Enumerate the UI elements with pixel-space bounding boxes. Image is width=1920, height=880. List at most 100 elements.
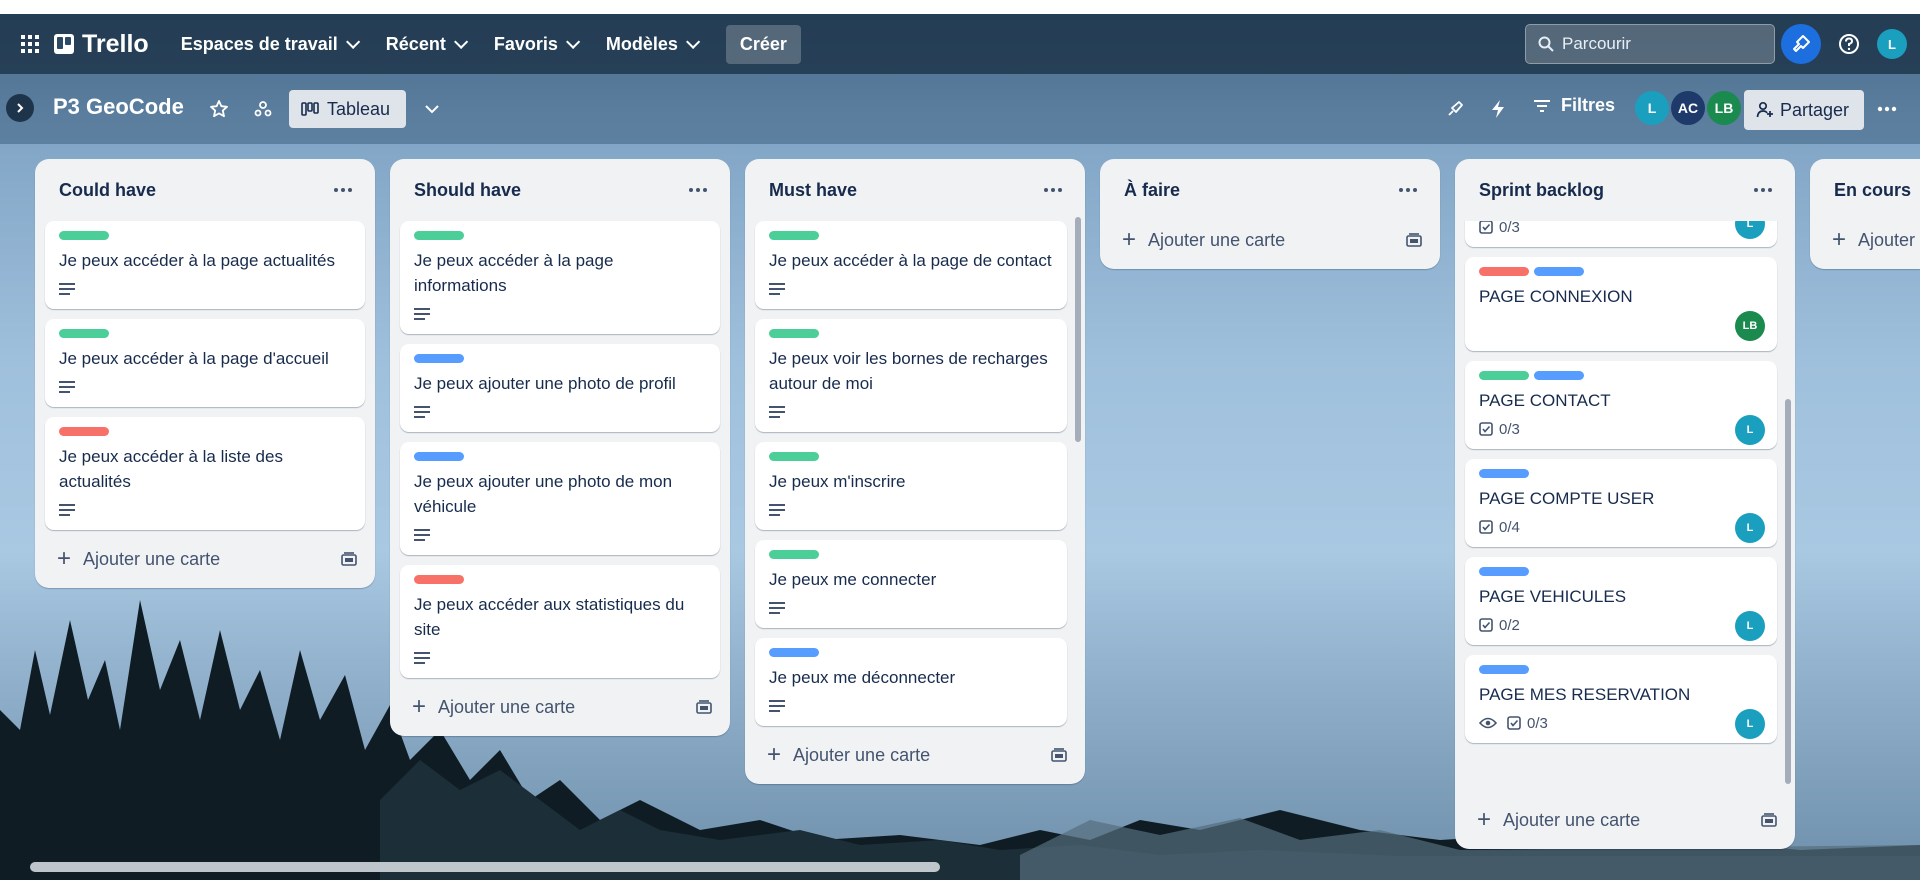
apps-grid-icon[interactable] [14,28,46,60]
board-title[interactable]: P3 GeoCode [53,94,184,120]
card-title: Je peux ajouter une photo de mon véhicul… [414,472,673,516]
card[interactable]: PAGE CONTACT 0/3 L [1465,361,1777,449]
create-button[interactable]: Créer [725,24,801,64]
list-header: Could have [35,159,375,221]
card[interactable]: Je peux voir les bornes de recharges aut… [755,319,1067,432]
list-menu-icon[interactable] [1039,180,1067,200]
card-title: PAGE MES RESERVATION [1479,685,1691,704]
label-blue [1479,469,1529,478]
card[interactable]: Je peux accéder à la liste des actualité… [45,417,365,530]
automation-button[interactable] [1484,95,1512,123]
list-title[interactable]: En cours [1834,180,1911,201]
top-nav: Espaces de travail Récent Favoris Modèle… [167,24,801,64]
member-avatar[interactable]: L [1635,91,1669,125]
description-icon [59,381,75,393]
template-icon[interactable] [1051,748,1067,762]
card-member-avatar[interactable]: LB [1735,311,1765,341]
card-member-avatar[interactable]: L [1735,415,1765,445]
list-title[interactable]: À faire [1124,180,1180,201]
label-blue [414,452,464,461]
card-title: PAGE VEHICULES [1479,587,1627,606]
list-title[interactable]: Sprint backlog [1479,180,1604,201]
label-blue [1479,567,1529,576]
template-icon[interactable] [1406,233,1422,247]
add-card-button[interactable]: + Ajouter une carte [1455,791,1795,849]
board-menu-button[interactable] [1872,95,1902,123]
chevron-down-icon [685,34,701,49]
board-horizontal-scrollbar[interactable] [30,862,940,872]
add-card-button[interactable]: + Ajouter une carte [745,726,1085,784]
power-ups-button[interactable] [1441,95,1469,123]
list-menu-icon[interactable] [1394,180,1422,200]
card[interactable]: 0/3 L [1465,221,1777,247]
card[interactable]: Je peux accéder aux statistiques du site [400,565,720,678]
card-title: Je peux m'inscrire [769,472,906,491]
label-red [1479,267,1529,276]
member-avatar[interactable]: AC [1671,91,1705,125]
list-title[interactable]: Must have [769,180,857,201]
card[interactable]: PAGE COMPTE USER 0/4 L [1465,459,1777,547]
member-avatar[interactable]: LB [1707,91,1741,125]
card-title: Je peux accéder à la liste des actualité… [59,447,283,491]
description-icon [769,602,785,614]
search-icon [1538,36,1554,52]
template-icon[interactable] [341,552,357,566]
description-icon [414,529,430,541]
card[interactable]: Je peux accéder à la page informations [400,221,720,334]
card-member-avatar[interactable]: L [1735,513,1765,543]
card[interactable]: Je peux accéder à la page actualités [45,221,365,309]
nav-recent[interactable]: Récent [372,26,478,63]
card[interactable]: Je peux me déconnecter [755,638,1067,726]
nav-templates[interactable]: Modèles [592,26,710,63]
card[interactable]: PAGE VEHICULES 0/2 L [1465,557,1777,645]
top-header: Trello Espaces de travail Récent Favoris… [0,14,1920,74]
add-card-button[interactable]: + Ajouter une carte [1100,211,1440,269]
board-view-button[interactable]: Tableau [289,90,406,128]
trello-logo[interactable]: Trello [54,30,149,59]
list-menu-icon[interactable] [329,180,357,200]
label-green [769,329,819,338]
card[interactable]: Je peux accéder à la page d'accueil [45,319,365,407]
nav-workspaces[interactable]: Espaces de travail [167,26,370,63]
checklist-icon [1479,618,1493,632]
nav-starred[interactable]: Favoris [480,26,590,63]
description-icon [59,504,75,516]
list-scrollbar[interactable] [1075,217,1081,442]
add-card-button[interactable]: + Ajouter une carte [390,678,730,736]
sidebar-toggle[interactable] [6,94,34,122]
card-member-avatar[interactable]: L [1735,611,1765,641]
card[interactable]: PAGE CONNEXION LB [1465,257,1777,351]
template-icon[interactable] [696,700,712,714]
card[interactable]: Je peux m'inscrire [755,442,1067,530]
list-menu-icon[interactable] [684,180,712,200]
card[interactable]: Je peux ajouter une photo de profil [400,344,720,432]
account-avatar[interactable]: L [1877,29,1907,59]
card-list: Je peux accéder à la page actualités Je … [35,221,375,530]
list-menu-icon[interactable] [1749,180,1777,200]
card[interactable]: Je peux me connecter [755,540,1067,628]
card-member-avatar[interactable]: L [1735,709,1765,739]
star-icon[interactable] [205,95,233,123]
card[interactable]: Je peux accéder à la page de contact [755,221,1067,309]
list-title[interactable]: Could have [59,180,156,201]
list-title[interactable]: Should have [414,180,521,201]
card[interactable]: Je peux ajouter une photo de mon véhicul… [400,442,720,555]
card-title: Je peux me déconnecter [769,668,956,687]
list-scrollbar[interactable] [1785,399,1791,784]
search-input[interactable]: Parcourir [1525,24,1775,64]
filters-button[interactable]: Filtres [1533,95,1615,116]
workspace-visibility-icon[interactable] [249,95,277,123]
card-title: PAGE COMPTE USER [1479,489,1655,508]
notifications-button[interactable] [1781,24,1821,64]
views-dropdown-button[interactable] [418,95,446,123]
template-icon[interactable] [1761,813,1777,827]
add-card-button[interactable]: + Ajouter [1810,211,1920,269]
share-label: Partager [1780,99,1850,120]
add-card-button[interactable]: + Ajouter une carte [35,530,375,588]
card[interactable]: PAGE MES RESERVATION 0/3 L [1465,655,1777,743]
nav-label: Récent [385,33,446,54]
label-green [59,329,109,338]
header-actions: L [1781,24,1907,64]
help-button[interactable] [1831,26,1867,62]
share-button[interactable]: Partager [1744,90,1864,130]
